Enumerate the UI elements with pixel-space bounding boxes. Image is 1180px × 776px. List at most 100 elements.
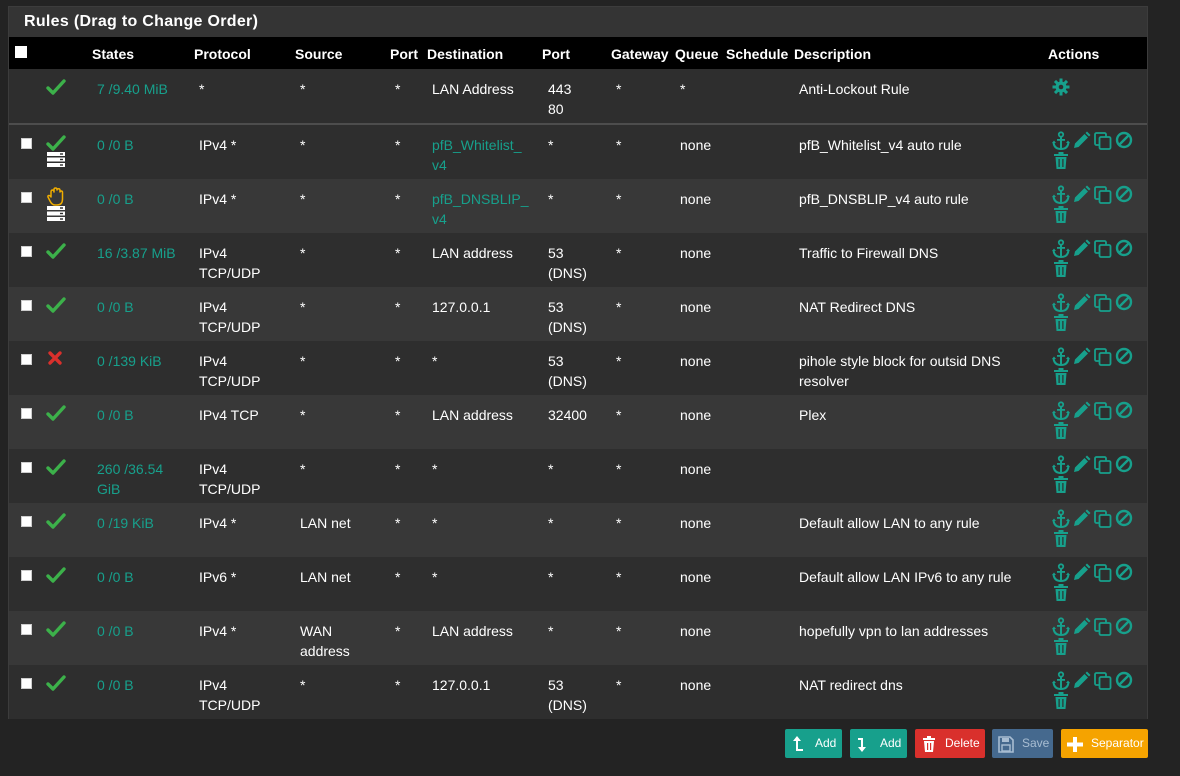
anchor-icon[interactable] <box>1051 347 1071 367</box>
pencil-icon[interactable] <box>1071 455 1091 475</box>
states-link[interactable]: 0 /0 B <box>97 675 134 695</box>
header-schedule[interactable]: Schedule <box>726 37 788 69</box>
copy-icon[interactable] <box>1093 239 1113 259</box>
table-row[interactable]: 0 /139 KiB IPv4 TCP/UDP * * * 53 (DNS) * none pi… <box>9 341 1147 395</box>
ban-icon[interactable] <box>1114 185 1134 205</box>
table-row[interactable]: 0 /0 B IPv4 TCP/UDP * * 127.0.0.1 53 (DNS) * no… <box>9 287 1147 341</box>
anchor-icon[interactable] <box>1051 293 1071 313</box>
copy-icon[interactable] <box>1093 509 1113 529</box>
add-top-button[interactable]: Add <box>785 729 842 758</box>
anchor-icon[interactable] <box>1051 401 1071 421</box>
anchor-icon[interactable] <box>1051 239 1071 259</box>
row-checkbox[interactable] <box>21 300 32 311</box>
trash-icon[interactable] <box>1051 151 1071 171</box>
table-row[interactable]: 0 /0 B IPv6 * LAN net * * * * none Default allow… <box>9 557 1147 611</box>
header-description[interactable]: Description <box>794 37 871 69</box>
copy-icon[interactable] <box>1093 131 1113 151</box>
copy-icon[interactable] <box>1093 185 1113 205</box>
header-protocol[interactable]: Protocol <box>194 37 251 69</box>
anchor-icon[interactable] <box>1051 509 1071 529</box>
row-checkbox[interactable] <box>21 138 32 149</box>
anchor-icon[interactable] <box>1051 131 1071 151</box>
copy-icon[interactable] <box>1093 617 1113 637</box>
destination-alias-link[interactable]: pfB_Whitelist_ v4 <box>432 135 521 175</box>
table-row[interactable]: 0 /0 B IPv4 TCP * * LAN address 32400 * none Ple… <box>9 395 1147 449</box>
header-destination[interactable]: Destination <box>427 37 503 69</box>
pencil-icon[interactable] <box>1071 563 1091 583</box>
add-bottom-button[interactable]: Add <box>850 729 907 758</box>
destination-alias-link[interactable]: pfB_DNSBLIP_ v4 <box>432 189 529 229</box>
trash-icon[interactable] <box>1051 367 1071 387</box>
pencil-icon[interactable] <box>1071 131 1091 151</box>
states-link[interactable]: 16 /3.87 MiB <box>97 243 176 263</box>
anchor-icon[interactable] <box>1051 617 1071 637</box>
ban-icon[interactable] <box>1114 617 1134 637</box>
table-row[interactable]: 260 /36.54 GiB IPv4 TCP/UDP * * * * * none <box>9 449 1147 503</box>
trash-icon[interactable] <box>1051 691 1071 711</box>
header-source[interactable]: Source <box>295 37 342 69</box>
copy-icon[interactable] <box>1093 293 1113 313</box>
anti-lockout-row[interactable]: 7 /9.40 MiB * * * LAN Address 443 80 * * Anti-Lo… <box>9 69 1147 125</box>
ban-icon[interactable] <box>1114 401 1134 421</box>
ban-icon[interactable] <box>1114 293 1134 313</box>
pencil-icon[interactable] <box>1071 617 1091 637</box>
copy-icon[interactable] <box>1093 401 1113 421</box>
row-checkbox[interactable] <box>21 408 32 419</box>
pencil-icon[interactable] <box>1071 239 1091 259</box>
states-link[interactable]: 0 /0 B <box>97 189 134 209</box>
states-link[interactable]: 0 /0 B <box>97 621 134 641</box>
trash-icon[interactable] <box>1051 421 1071 441</box>
table-row[interactable]: 16 /3.87 MiB IPv4 TCP/UDP * * LAN address 53 … <box>9 233 1147 287</box>
states-link[interactable]: 0 /0 B <box>97 567 134 587</box>
trash-icon[interactable] <box>1051 475 1071 495</box>
pencil-icon[interactable] <box>1071 509 1091 529</box>
ban-icon[interactable] <box>1114 509 1134 529</box>
ban-icon[interactable] <box>1114 563 1134 583</box>
row-checkbox[interactable] <box>21 354 32 365</box>
ban-icon[interactable] <box>1114 239 1134 259</box>
trash-icon[interactable] <box>1051 205 1071 225</box>
ban-icon[interactable] <box>1114 347 1134 367</box>
states-link[interactable]: 0 /0 B <box>97 135 134 155</box>
trash-icon[interactable] <box>1051 313 1071 333</box>
trash-icon[interactable] <box>1051 259 1071 279</box>
pencil-icon[interactable] <box>1071 671 1091 691</box>
row-checkbox[interactable] <box>21 246 32 257</box>
states-link[interactable]: 7 /9.40 MiB <box>97 79 168 99</box>
row-checkbox[interactable] <box>21 570 32 581</box>
header-gateway[interactable]: Gateway <box>611 37 669 69</box>
ban-icon[interactable] <box>1114 131 1134 151</box>
save-button[interactable]: Save <box>992 729 1053 758</box>
table-row[interactable]: 0 /19 KiB IPv4 * LAN net * * * * none Default al… <box>9 503 1147 557</box>
pencil-icon[interactable] <box>1071 185 1091 205</box>
ban-icon[interactable] <box>1114 671 1134 691</box>
anchor-icon[interactable] <box>1051 563 1071 583</box>
pencil-icon[interactable] <box>1071 347 1091 367</box>
row-checkbox[interactable] <box>21 462 32 473</box>
states-link[interactable]: 260 /36.54 GiB <box>97 459 163 499</box>
trash-icon[interactable] <box>1051 583 1071 603</box>
states-link[interactable]: 0 /139 KiB <box>97 351 162 371</box>
row-checkbox[interactable] <box>21 516 32 527</box>
delete-button[interactable]: Delete <box>915 729 985 758</box>
row-checkbox[interactable] <box>21 624 32 635</box>
separator-button[interactable]: Separator <box>1061 729 1148 758</box>
row-checkbox[interactable] <box>21 192 32 203</box>
copy-icon[interactable] <box>1093 671 1113 691</box>
header-states[interactable]: States <box>92 37 134 69</box>
table-row[interactable]: 0 /0 B IPv4 * * * pfB_DNSBLIP_ v4 * * none pfB_D… <box>9 179 1147 233</box>
copy-icon[interactable] <box>1093 347 1113 367</box>
select-all-checkbox[interactable] <box>15 46 27 58</box>
header-queue[interactable]: Queue <box>675 37 719 69</box>
pencil-icon[interactable] <box>1071 401 1091 421</box>
ban-icon[interactable] <box>1114 455 1134 475</box>
states-link[interactable]: 0 /19 KiB <box>97 513 154 533</box>
copy-icon[interactable] <box>1093 455 1113 475</box>
trash-icon[interactable] <box>1051 529 1071 549</box>
table-row[interactable]: 0 /0 B IPv4 TCP/UDP * * 127.0.0.1 53 (DNS) * no… <box>9 665 1147 719</box>
pencil-icon[interactable] <box>1071 293 1091 313</box>
copy-icon[interactable] <box>1093 563 1113 583</box>
table-row[interactable]: 0 /0 B IPv4 * WAN address * LAN address * * non… <box>9 611 1147 665</box>
anchor-icon[interactable] <box>1051 455 1071 475</box>
header-source-port[interactable]: Port <box>390 37 418 69</box>
